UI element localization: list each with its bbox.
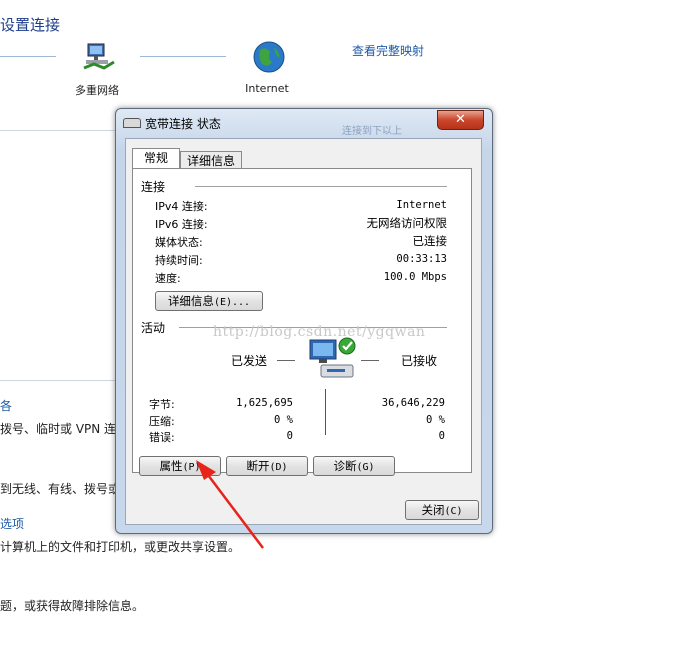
red-arrow-annotation bbox=[196, 460, 264, 549]
properties-button-label: 属性 bbox=[159, 459, 183, 473]
tab-panel-general: 连接 IPv4 连接: Internet IPv6 连接: 无网络访问权限 媒体… bbox=[132, 168, 472, 476]
duration-value: 00:33:13 bbox=[396, 253, 447, 265]
title-background-text: 连接到下以上 bbox=[342, 126, 402, 137]
bytes-sent-value: 1,625,695 bbox=[236, 397, 293, 409]
details-button-mnemonic: (E)... bbox=[213, 297, 251, 308]
activity-group-label: 活动 bbox=[141, 319, 170, 336]
tab-general[interactable]: 常规 bbox=[132, 148, 180, 170]
diagnose-button-mnemonic: (G) bbox=[356, 462, 375, 473]
details-button[interactable]: 详细信息(E)... bbox=[155, 291, 263, 311]
connect-network-desc: 到无线、有线、拨号或 bbox=[0, 482, 121, 496]
dialog-client-area: 常规 详细信息 连接 IPv4 连接: Internet IPv6 连接: 无网… bbox=[125, 138, 482, 525]
errors-received-value: 0 bbox=[438, 430, 445, 442]
speed-value: 100.0 Mbps bbox=[383, 271, 447, 283]
diagnose-button-label: 诊断 bbox=[333, 459, 357, 473]
bytes-label: 字节: bbox=[149, 398, 175, 411]
diagnose-button[interactable]: 诊断(G) bbox=[313, 456, 395, 476]
network-computer-icon bbox=[309, 337, 356, 378]
received-line bbox=[361, 360, 379, 361]
media-state-label: 媒体状态: bbox=[155, 236, 203, 249]
sent-label: 已发送 bbox=[231, 354, 268, 368]
compression-sent-value: 0 % bbox=[274, 414, 293, 426]
modem-icon bbox=[123, 118, 141, 128]
compression-received-value: 0 % bbox=[426, 414, 445, 426]
view-full-map-link[interactable]: 查看完整映射 bbox=[352, 42, 424, 59]
activity-divider bbox=[325, 389, 326, 435]
ipv4-label: IPv4 连接: bbox=[155, 200, 208, 213]
errors-label: 错误: bbox=[149, 431, 175, 444]
compression-label: 压缩: bbox=[149, 415, 175, 428]
dialog-title: 宽带连接 状态 bbox=[145, 117, 221, 131]
network-line-middle bbox=[140, 56, 226, 57]
divider bbox=[0, 130, 115, 131]
duration-label: 持续时间: bbox=[155, 254, 203, 267]
media-state-value: 已连接 bbox=[412, 234, 448, 248]
internet-label: Internet bbox=[245, 82, 289, 95]
setup-connection-link[interactable]: 各 bbox=[0, 397, 12, 414]
multi-network-icon bbox=[83, 43, 115, 70]
errors-sent-value: 0 bbox=[286, 430, 293, 442]
details-button-label: 详细信息 bbox=[167, 294, 214, 308]
page-title: 设置连接 bbox=[0, 16, 61, 34]
ipv6-value: 无网络访问权限 bbox=[366, 216, 448, 230]
bytes-received-value: 36,646,229 bbox=[381, 397, 445, 409]
connection-group-line bbox=[195, 186, 447, 187]
speed-label: 速度: bbox=[155, 272, 181, 285]
close-button-mnemonic: (C) bbox=[444, 506, 463, 517]
multi-network-label: 多重网络 bbox=[75, 84, 119, 97]
received-label: 已接收 bbox=[401, 354, 438, 368]
ipv6-label: IPv6 连接: bbox=[155, 218, 208, 231]
arrow-shaft bbox=[201, 466, 264, 549]
close-button[interactable]: 关闭(C) bbox=[405, 500, 479, 520]
connection-group-label: 连接 bbox=[141, 178, 170, 195]
internet-globe-icon bbox=[253, 41, 285, 73]
close-icon[interactable]: ✕ bbox=[437, 110, 484, 130]
ipv4-value: Internet bbox=[396, 199, 447, 211]
close-button-label: 关闭 bbox=[421, 503, 445, 517]
broadband-status-dialog: 宽带连接 状态 连接到下以上 ✕ 常规 详细信息 连接 IPv4 连接: Int… bbox=[115, 108, 493, 534]
setup-connection-desc: 拨号、临时或 VPN 连接 bbox=[0, 422, 129, 436]
arrow-head bbox=[196, 460, 216, 480]
troubleshoot-desc: 题，或获得故障排除信息。 bbox=[0, 599, 145, 613]
divider bbox=[0, 380, 115, 381]
sent-line bbox=[277, 360, 295, 361]
homegroup-options-link[interactable]: 选项 bbox=[0, 515, 24, 532]
network-line-left bbox=[0, 56, 56, 57]
